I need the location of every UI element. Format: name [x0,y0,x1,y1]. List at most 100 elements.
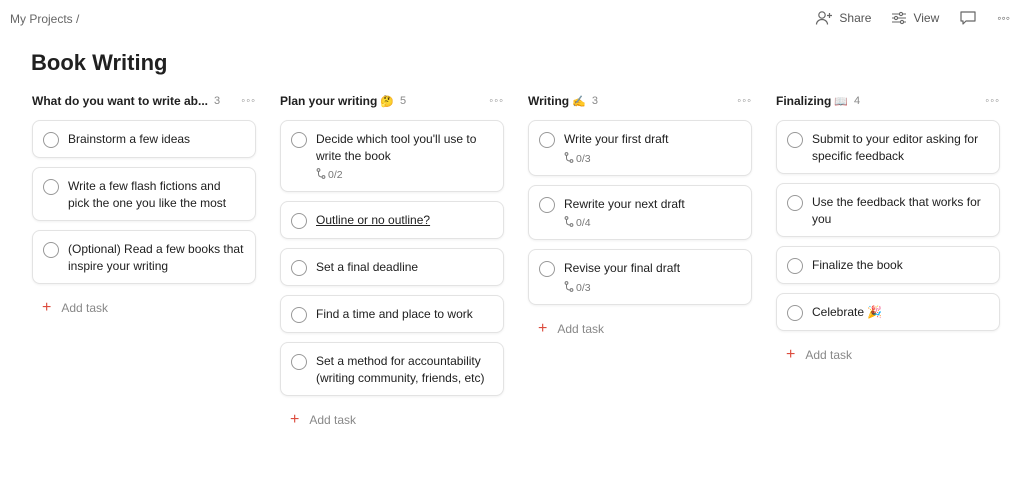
task-body: Write a few flash fictions and pick the … [68,178,245,211]
task-emoji: 🎉 [867,305,883,319]
comments-button[interactable] [959,10,977,26]
column-title: Writing [528,94,570,108]
task-checkbox[interactable] [787,258,803,274]
task-card[interactable]: Write a few flash fictions and pick the … [32,167,256,221]
add-task-button[interactable]: + Add task [280,405,504,435]
task-card[interactable]: Use the feedback that works for you [776,183,1000,237]
subtask-count: 0/2 [328,169,343,181]
add-person-icon [815,10,833,26]
column-emoji: ✍️ [572,95,586,108]
task-body: Set a final deadline [316,259,418,276]
task-checkbox[interactable] [787,195,803,211]
view-button[interactable]: View [891,11,939,25]
task-body: Revise your final draft 0/3 [564,260,680,295]
task-title: Use the feedback that works for you [812,194,989,227]
add-task-label: Add task [309,413,357,427]
breadcrumb[interactable]: My Projects / [10,12,79,26]
task-checkbox[interactable] [539,132,555,148]
column-more-button[interactable]: ◦◦◦ [241,95,256,107]
column-more-button[interactable]: ◦◦◦ [737,95,752,107]
subtask-icon [564,280,574,295]
share-button[interactable]: Share [815,10,871,26]
task-title-text: Rewrite your next draft [564,196,685,211]
task-checkbox[interactable] [43,132,59,148]
board-column: Finalizing 📖 4 ◦◦◦ Submit to your editor ask… [776,90,1000,435]
column-header: What do you want to write ab... 3 ◦◦◦ [32,90,256,112]
task-card[interactable]: Rewrite your next draft 0/4 [528,184,752,240]
column-header: Writing ✍️ 3 ◦◦◦ [528,90,752,112]
column-emoji: 📖 [834,95,849,108]
task-card[interactable]: Submit to your editor asking for specifi… [776,120,1000,174]
share-label: Share [839,11,872,25]
task-checkbox[interactable] [291,132,307,148]
task-title[interactable]: Outline or no outline? [316,212,430,229]
task-checkbox[interactable] [43,242,59,258]
task-checkbox[interactable] [291,213,307,229]
task-title-text: Set a method for accountability (writing… [316,354,485,385]
task-count: 4 [854,95,861,107]
task-checkbox[interactable] [291,307,307,323]
add-task-label: Add task [61,301,109,315]
add-task-button[interactable]: + Add task [776,340,1000,370]
plus-icon: + [42,299,52,316]
header-actions: Share View ◦◦◦ [815,10,1010,26]
task-body: Decide which tool you'll use to write th… [316,131,493,182]
task-card[interactable]: Celebrate 🎉 [776,293,1000,331]
column-more-button[interactable]: ◦◦◦ [985,95,1000,107]
column-title: Finalizing [776,94,832,108]
task-title: Submit to your editor asking for specifi… [812,131,989,164]
task-title-text: Write your first draft [564,132,669,146]
task-body: Set a method for accountability (writing… [316,353,493,386]
task-checkbox[interactable] [787,132,803,148]
subtask-icon [316,168,326,182]
subtask-indicator: 0/3 [564,280,680,295]
task-title-text: Celebrate [812,305,865,319]
add-task-button[interactable]: + Add task [528,314,752,344]
plus-icon: + [290,411,300,428]
task-title-text: Decide which tool you'll use to write th… [316,132,477,163]
task-card[interactable]: (Optional) Read a few books that inspire… [32,230,256,284]
task-checkbox[interactable] [787,305,803,321]
task-title-text: Finalize the book [812,258,903,272]
task-title-text: Use the feedback that works for you [812,195,981,226]
column-more-button[interactable]: ◦◦◦ [489,95,504,107]
task-title: Set a final deadline [316,259,418,276]
add-task-button[interactable]: + Add task [32,293,256,323]
task-checkbox[interactable] [539,196,555,213]
task-body: Rewrite your next draft 0/4 [564,196,685,231]
board: What do you want to write ab... 3 ◦◦◦ Brain… [32,90,1000,435]
task-card[interactable]: Brainstorm a few ideas [32,120,256,158]
board-column: Plan your writing 🤔 5 ◦◦◦ Decide which tool … [280,90,504,435]
task-card[interactable]: Revise your final draft 0/3 [528,249,752,305]
task-checkbox[interactable] [43,179,59,195]
task-body: Write your first draft 0/3 [564,131,668,166]
task-title-text: Write a few flash fictions and pick the … [68,179,227,210]
task-title: Celebrate 🎉 [812,304,882,321]
more-options-button[interactable]: ◦◦◦ [997,11,1010,25]
task-card[interactable]: Finalize the book [776,246,1000,284]
task-card[interactable]: Decide which tool you'll use to write th… [280,120,504,192]
task-checkbox[interactable] [291,260,307,276]
task-card[interactable]: Find a time and place to work [280,295,504,333]
column-header: Plan your writing 🤔 5 ◦◦◦ [280,90,504,112]
task-title: Set a method for accountability (writing… [316,353,493,386]
task-card[interactable]: Set a method for accountability (writing… [280,342,504,396]
task-title-text: Revise your final draft [564,261,681,275]
column-emoji: 🤔 [380,95,395,108]
subtask-indicator: 0/3 [564,151,668,166]
board-column: What do you want to write ab... 3 ◦◦◦ Brain… [32,90,256,435]
task-card[interactable]: Set a final deadline [280,248,504,286]
task-title-text: Find a time and place to work [316,307,473,321]
task-card[interactable]: Write your first draft 0/3 [528,120,752,176]
task-title-text: Brainstorm a few ideas [68,132,191,146]
page-title: Book Writing [31,50,168,75]
task-card[interactable]: Outline or no outline? [280,201,504,239]
task-count: 3 [591,95,598,107]
sliders-icon [891,11,907,25]
task-checkbox[interactable] [291,354,307,370]
task-checkbox[interactable] [539,261,555,277]
more-icon: ◦◦◦ [997,11,1010,25]
task-body: Brainstorm a few ideas [68,131,190,148]
column-title: What do you want to write ab... [32,94,208,108]
add-task-label: Add task [557,321,605,336]
